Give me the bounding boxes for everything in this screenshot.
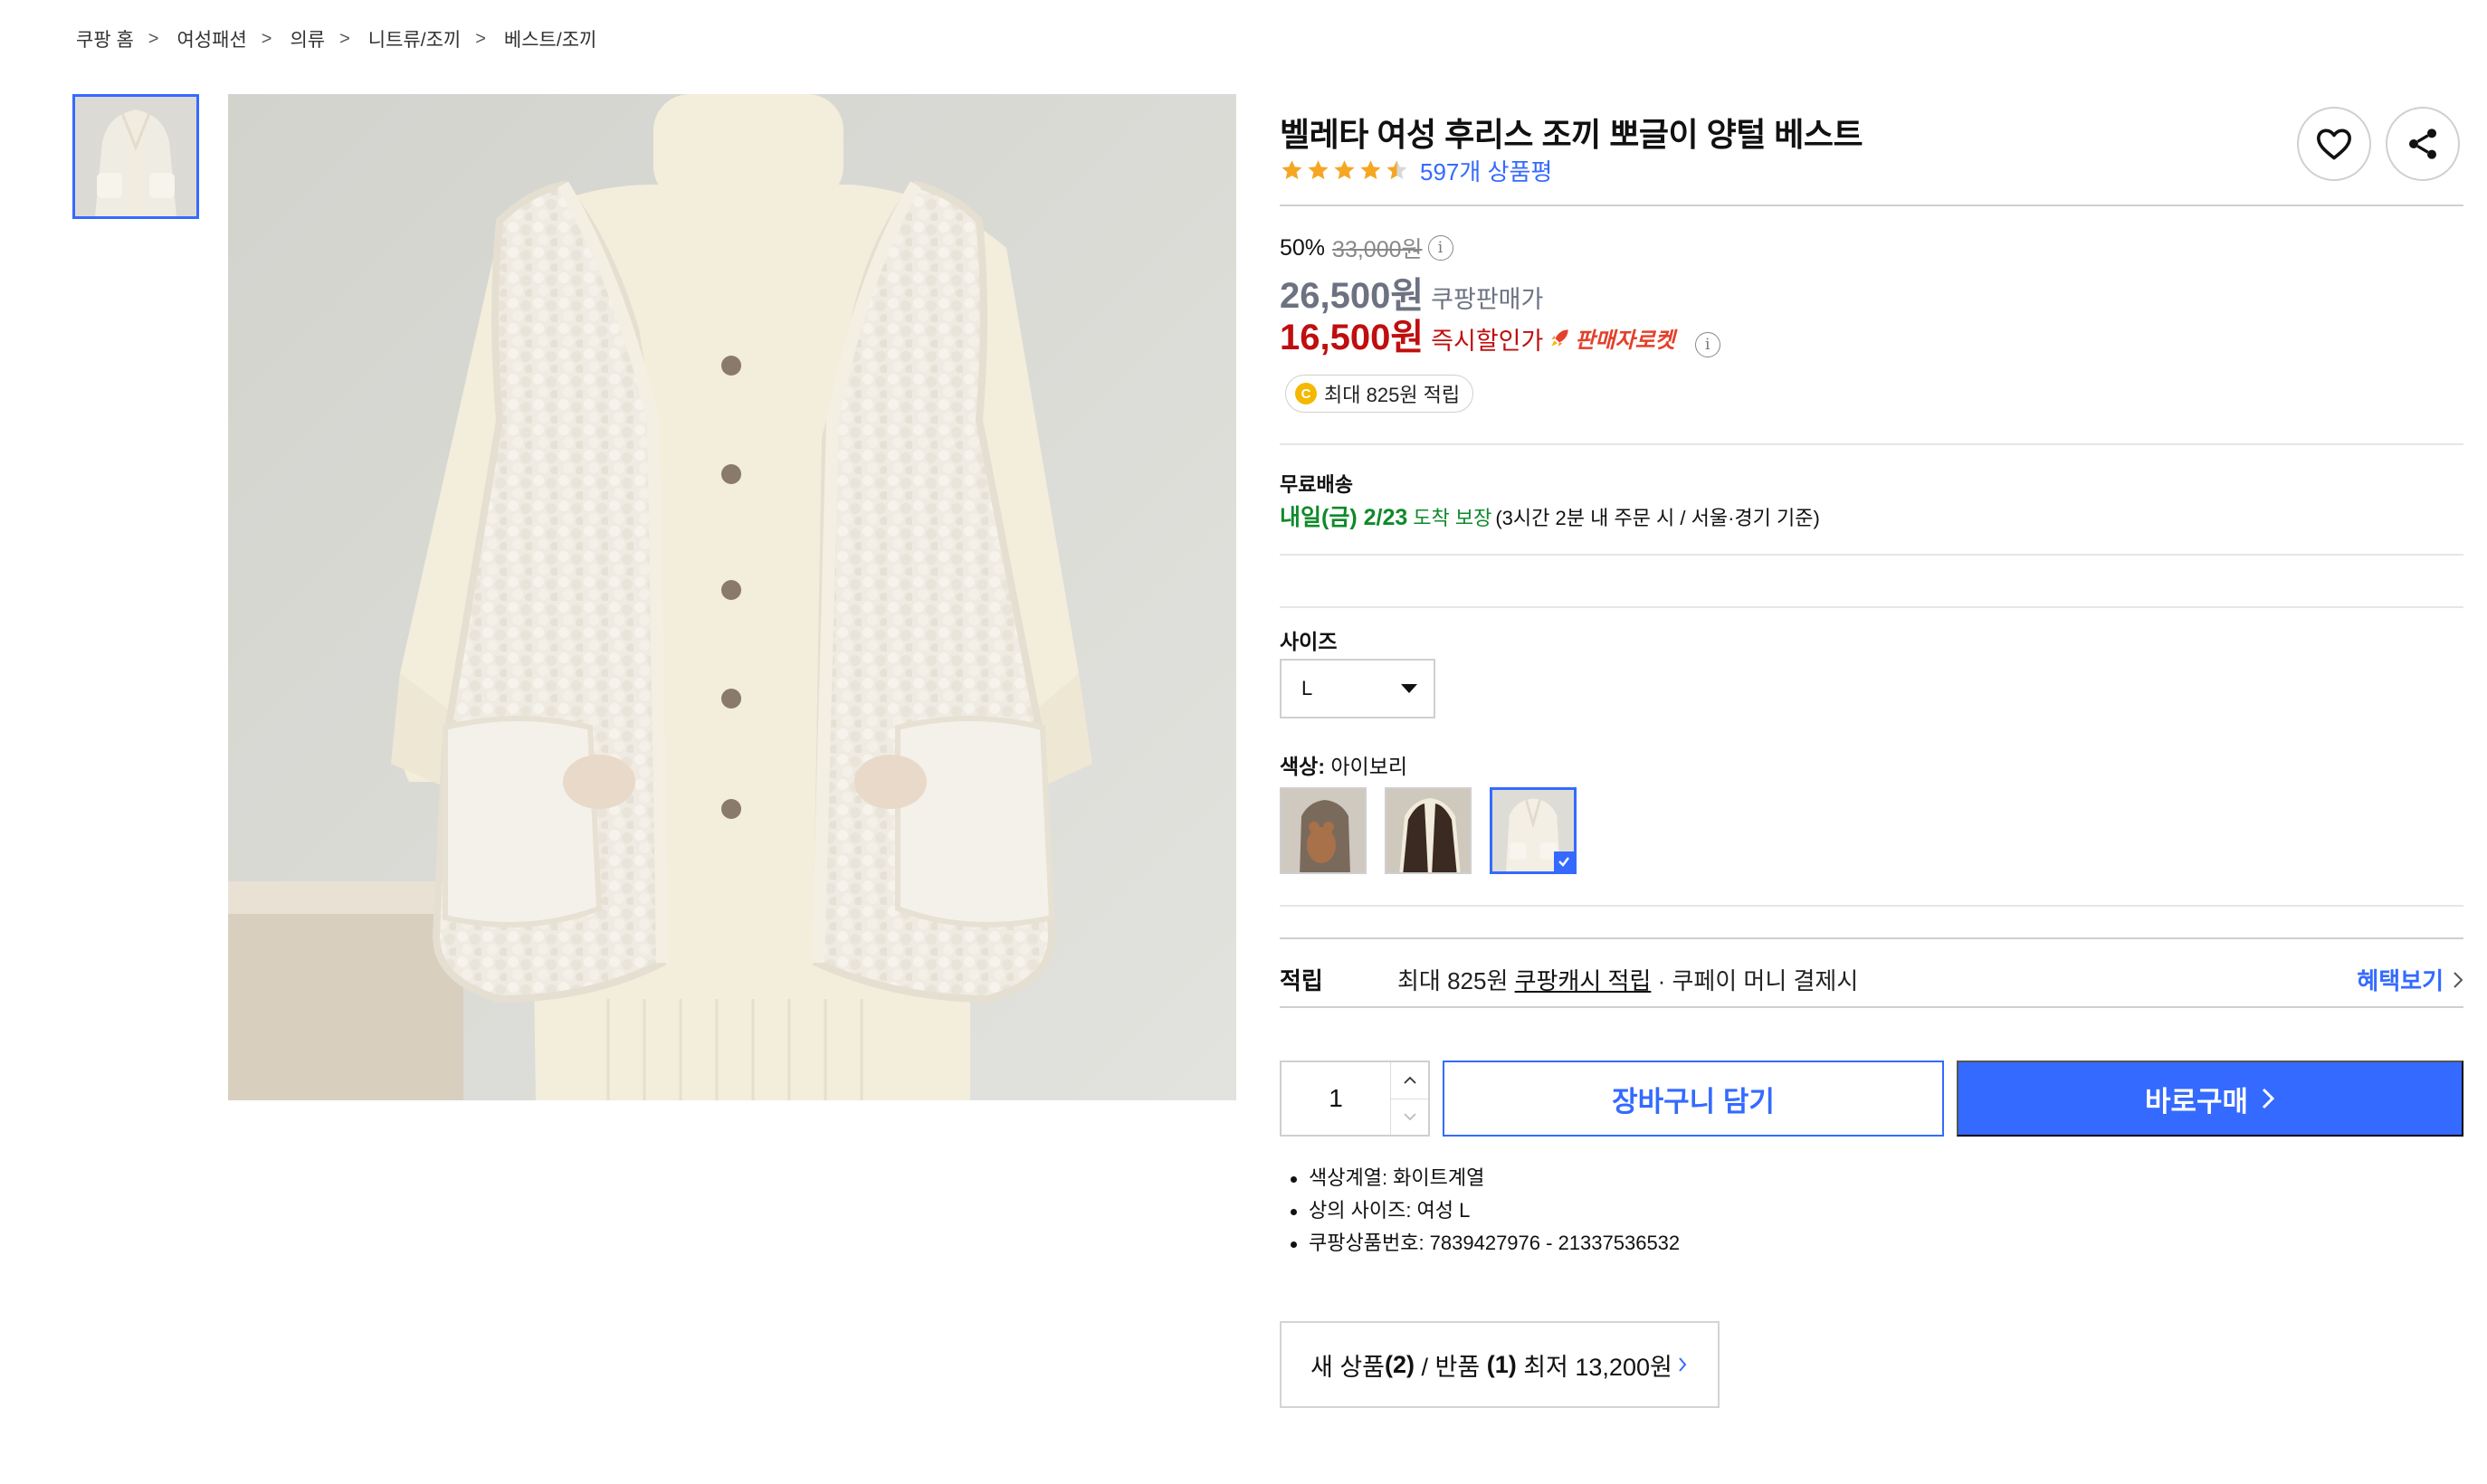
product-thumbnail-image	[75, 97, 196, 216]
size-select[interactable]: L	[1280, 659, 1435, 718]
breadcrumb-item-womens-fashion[interactable]: 여성패션	[176, 25, 246, 52]
breadcrumb: 쿠팡 홈 > 여성패션 > 의류 > 니트류/조끼 > 베스트/조끼	[76, 25, 596, 52]
wishlist-button[interactable]	[2297, 107, 2371, 181]
breadcrumb-separator: >	[148, 28, 159, 49]
shipping-title: 무료배송	[1280, 473, 1353, 496]
star-icon	[1360, 160, 1381, 179]
coin-icon: C	[1295, 383, 1317, 404]
breadcrumb-separator: >	[261, 28, 272, 49]
instant-price: 16,500원	[1280, 318, 1425, 357]
return-count: (1)	[1486, 1350, 1517, 1378]
color-swatch-3-ivory[interactable]	[1490, 787, 1577, 874]
rocket-label: 판매자로켓	[1575, 328, 1675, 353]
star-icon	[1308, 160, 1329, 179]
breadcrumb-item-knit-vest[interactable]: 니트류/조끼	[368, 25, 461, 52]
view-benefits-label: 혜택보기	[2357, 967, 2444, 994]
caret-down-icon	[1401, 684, 1417, 693]
color-swatch-2[interactable]	[1385, 787, 1472, 874]
breadcrumb-item-best-vest[interactable]: 베스트/조끼	[504, 25, 596, 52]
breadcrumb-separator: >	[339, 28, 350, 49]
star-rating	[1280, 158, 1411, 183]
cash-reward-text: 최대 825원 적립	[1324, 384, 1461, 406]
buy-now-label: 바로구매	[2144, 1085, 2249, 1118]
color-swatch-1[interactable]	[1280, 787, 1367, 874]
discount-row: 50% 33,000원 i	[1280, 232, 1453, 264]
divider	[1280, 443, 2463, 445]
swatch-image	[1386, 789, 1470, 872]
delivery-note: (3시간 2분 내 주문 시 / 서울·경기 기준)	[1495, 507, 1820, 529]
breadcrumb-item-clothing[interactable]: 의류	[290, 25, 325, 52]
rocket-icon	[1551, 329, 1569, 347]
product-thumbnail[interactable]	[72, 94, 199, 219]
color-label-prefix: 색상:	[1280, 755, 1325, 778]
buy-now-button[interactable]: 바로구매	[1957, 1061, 2463, 1137]
divider	[1280, 606, 2463, 608]
delivery-guarantee: 도착 보장	[1413, 507, 1492, 529]
info-icon[interactable]: i	[1694, 332, 1720, 357]
color-option-label: 색상: 아이보리	[1280, 749, 1407, 780]
quantity-input[interactable]	[1282, 1062, 1390, 1135]
star-icon	[1282, 160, 1302, 179]
shipping-info: 내일(금) 2/23 도착 보장 (3시간 2분 내 주문 시 / 서울·경기 …	[1280, 499, 1820, 532]
vest-photo	[228, 94, 1236, 1100]
attribute-item: 쿠팡상품번호: 7839427976 - 21337536532	[1290, 1227, 1680, 1260]
new-count: (2)	[1385, 1350, 1415, 1378]
rating-row: 597개 상품평	[1280, 154, 1552, 187]
coupang-cash-link[interactable]: 쿠팡캐시 적립	[1515, 967, 1652, 994]
points-description: 최대 825원 쿠팡캐시 적립 · 쿠페이 머니 결제시	[1397, 963, 1858, 996]
product-attributes: 색상계열: 화이트계열 상의 사이즈: 여성 L 쿠팡상품번호: 7839427…	[1290, 1162, 1680, 1260]
color-selected-value: 아이보리	[1330, 755, 1408, 778]
chevron-right-icon	[2454, 971, 2463, 988]
instant-price-label: 즉시할인가	[1431, 328, 1544, 355]
chevron-right-icon	[2262, 1088, 2275, 1109]
discount-rate: 50%	[1280, 234, 1326, 261]
check-icon	[1554, 851, 1574, 871]
divider	[1280, 554, 2463, 556]
instant-price-row: 16,500원 즉시할인가 판매자로켓 i	[1280, 308, 1720, 360]
lowest-price: 최저 13,200원	[1516, 1353, 1672, 1381]
attribute-item: 상의 사이즈: 여성 L	[1290, 1194, 1680, 1227]
cash-reward-badge: C 최대 825원 적립	[1285, 375, 1474, 413]
points-prefix: 최대 825원	[1397, 967, 1515, 994]
review-count-link[interactable]: 597개 상품평	[1420, 154, 1552, 187]
quantity-decrease-button[interactable]	[1391, 1098, 1428, 1136]
quantity-buttons	[1390, 1062, 1428, 1135]
other-sellers-prefix: 새 상품	[1310, 1353, 1386, 1381]
star-icon	[1334, 160, 1355, 179]
size-option-label: 사이즈	[1280, 630, 1338, 653]
divider	[1280, 1006, 2463, 1008]
breadcrumb-separator: >	[475, 28, 486, 49]
divider	[1280, 205, 2463, 206]
divider	[1280, 905, 2463, 907]
quantity-increase-button[interactable]	[1391, 1062, 1428, 1099]
attribute-item: 색상계열: 화이트계열	[1290, 1162, 1680, 1194]
delivery-date: 내일(금) 2/23	[1280, 505, 1408, 530]
product-title: 벨레타 여성 후리스 조끼 뽀글이 양털 베스트	[1280, 116, 1863, 153]
seller-rocket-badge: 판매자로켓	[1548, 322, 1675, 354]
chevron-up-icon	[1403, 1076, 1416, 1084]
swatch-image	[1282, 789, 1365, 872]
other-sellers-middle: / 반품	[1415, 1353, 1487, 1381]
heart-icon	[2317, 128, 2351, 160]
share-icon	[2409, 128, 2436, 159]
points-suffix: · 쿠페이 머니 결제시	[1651, 967, 1859, 994]
color-swatches	[1280, 787, 1595, 874]
chevron-down-icon	[1403, 1113, 1416, 1121]
main-product-image[interactable]	[228, 94, 1236, 1100]
view-benefits-link[interactable]: 혜택보기	[2357, 963, 2463, 996]
add-to-cart-button[interactable]: 장바구니 담기	[1443, 1061, 1944, 1137]
divider	[1280, 937, 2463, 939]
other-sellers-button[interactable]: 새 상품 (2) / 반품 (1) 최저 13,200원	[1280, 1321, 1720, 1408]
quantity-stepper	[1280, 1061, 1430, 1137]
size-select-value: L	[1301, 677, 1313, 699]
info-icon[interactable]: i	[1427, 235, 1453, 261]
breadcrumb-item-home[interactable]: 쿠팡 홈	[76, 25, 134, 52]
share-button[interactable]	[2386, 107, 2460, 181]
chevron-right-icon	[1679, 1357, 1687, 1372]
original-price: 33,000원	[1332, 237, 1423, 262]
points-title: 적립	[1280, 967, 1323, 994]
star-half-icon	[1386, 160, 1407, 179]
points-row: 적립 최대 825원 쿠팡캐시 적립 · 쿠페이 머니 결제시 혜택보기	[1280, 963, 2463, 996]
